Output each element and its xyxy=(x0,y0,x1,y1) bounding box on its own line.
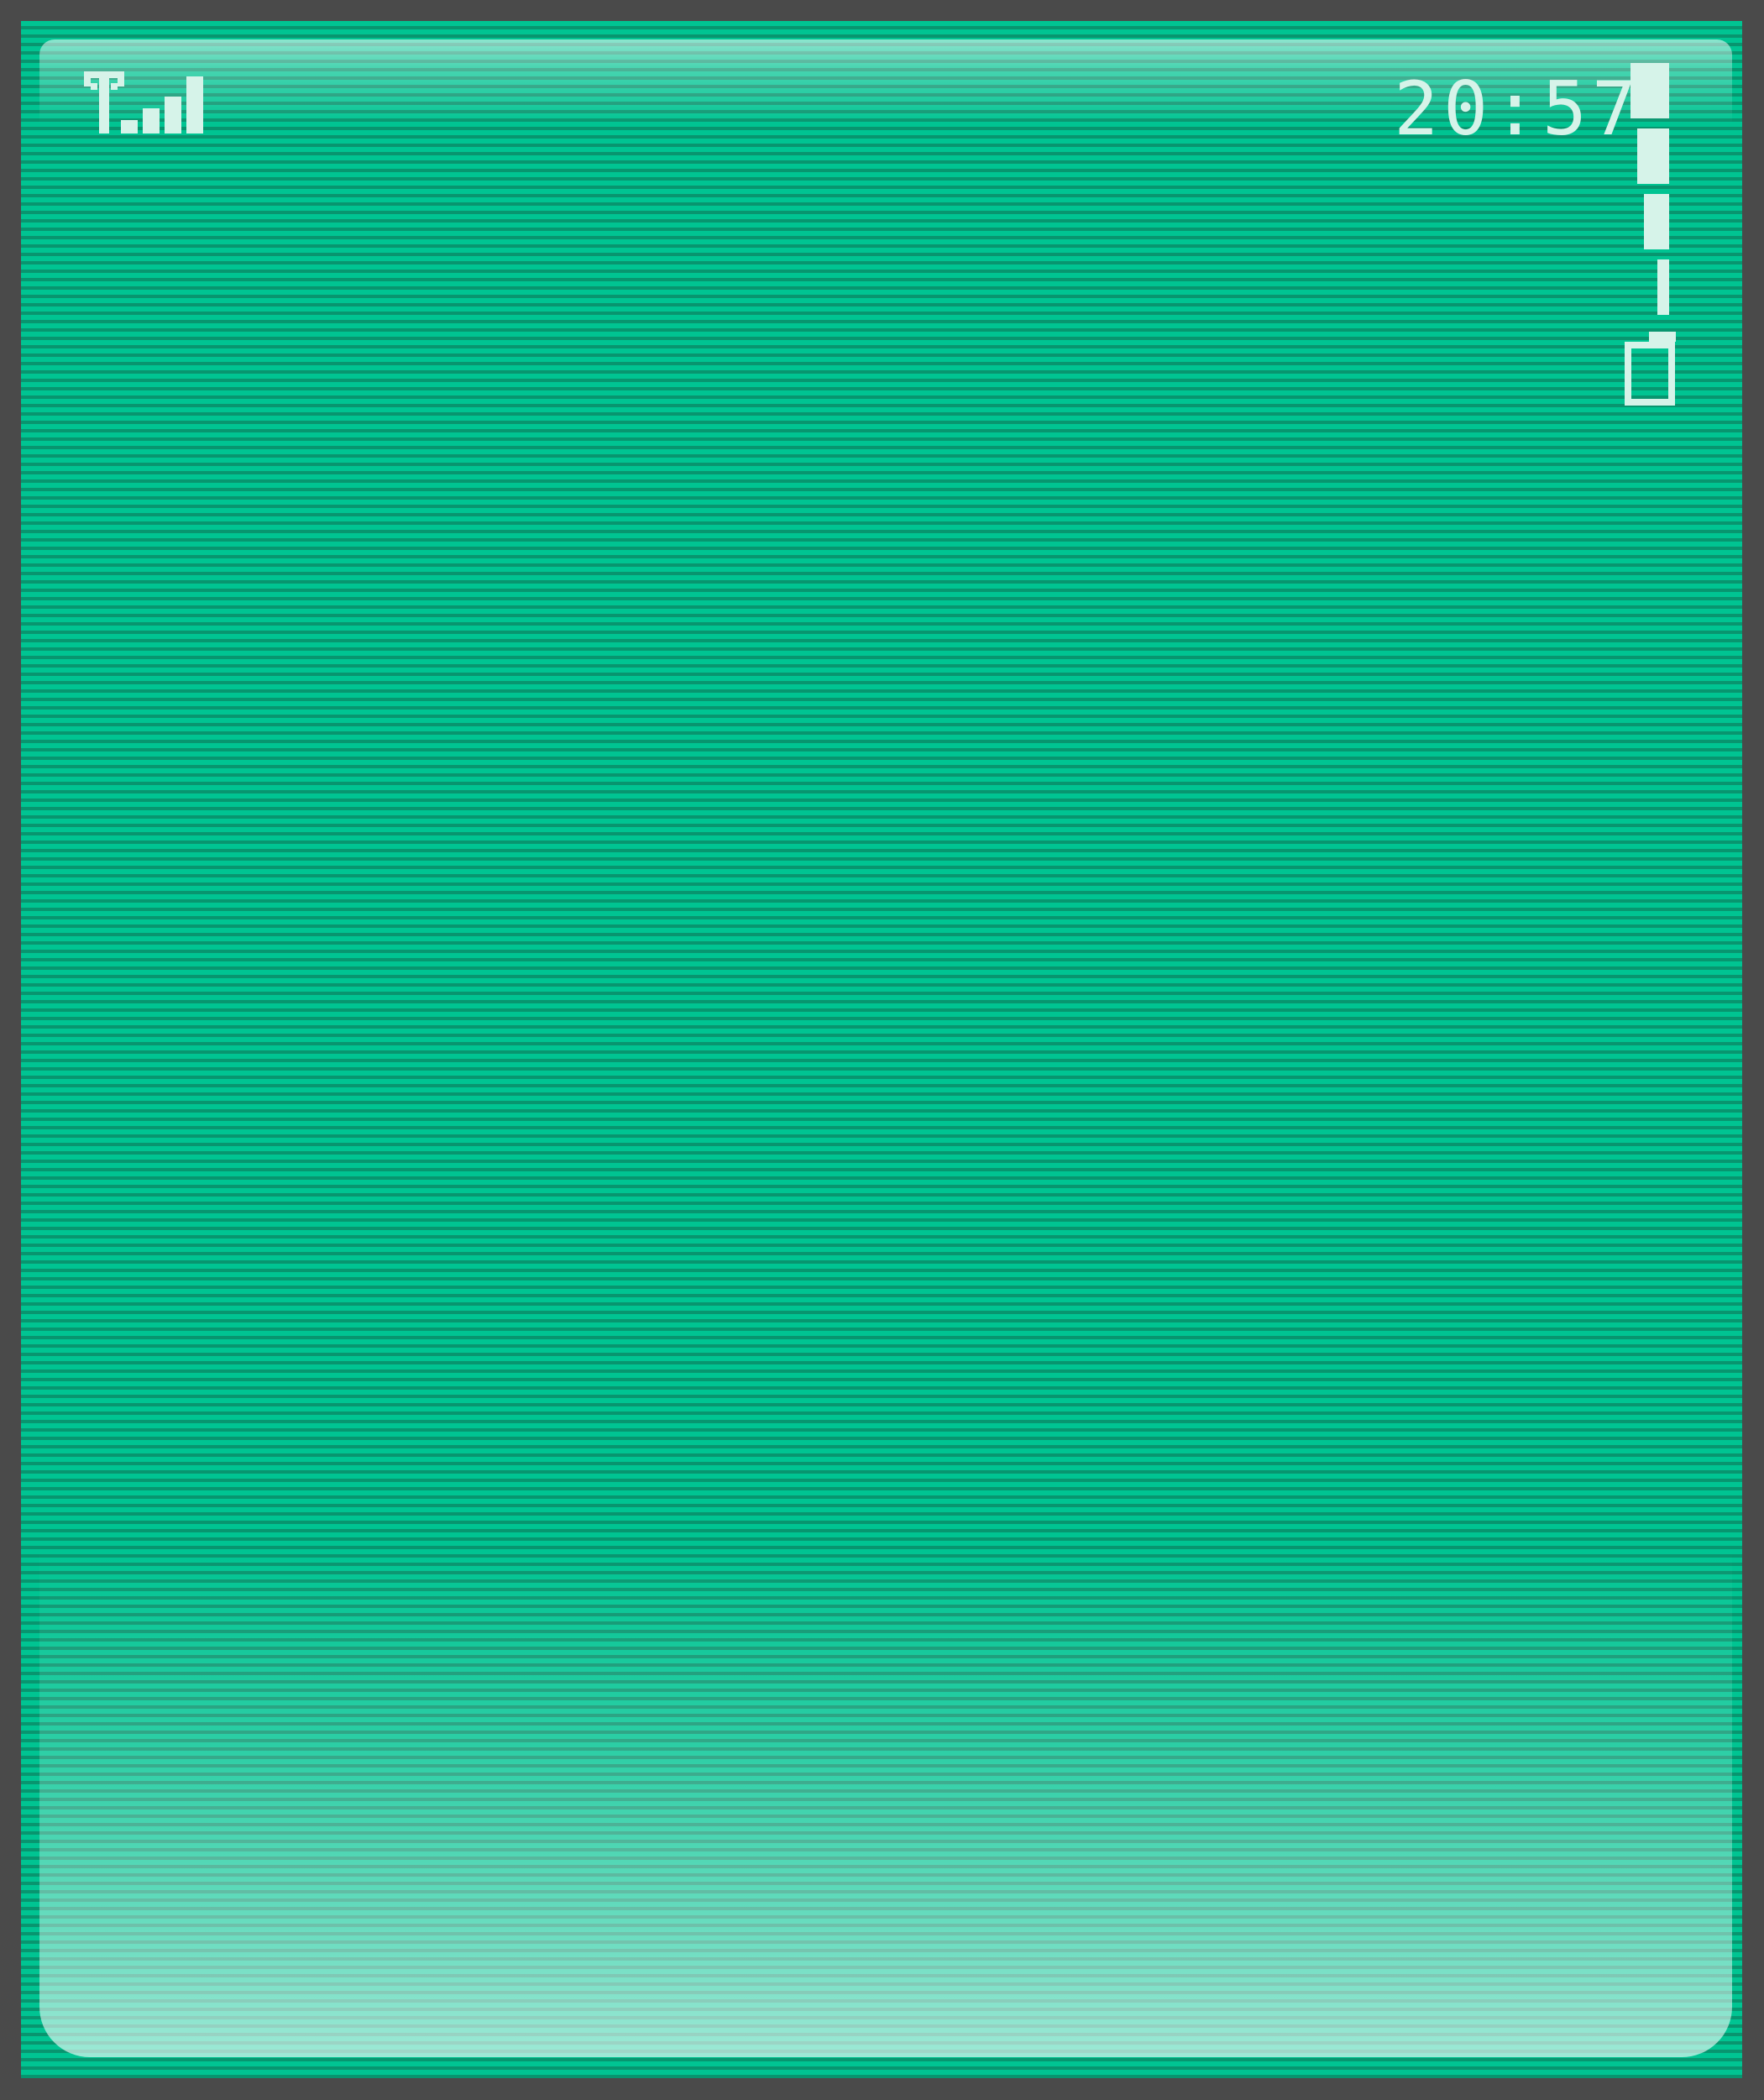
signal-bar-2 xyxy=(143,108,160,134)
screen-glare-bottom xyxy=(39,1549,1732,2057)
signal-bar-4 xyxy=(186,76,203,134)
battery-segment-1 xyxy=(1631,63,1669,118)
battery-segment-3 xyxy=(1644,194,1669,249)
lcd-screen: 20:57 xyxy=(21,21,1742,2078)
clock-time: 20:57 xyxy=(1394,65,1641,152)
signal-bar-3 xyxy=(165,97,181,134)
device-bezel: 20:57 xyxy=(0,0,1764,2100)
battery-segment-2 xyxy=(1637,128,1669,184)
battery-level-icon xyxy=(1625,63,1676,406)
signal-bar-1 xyxy=(121,120,138,134)
battery-segment-4 xyxy=(1657,259,1669,315)
antenna-signal-icon xyxy=(84,71,203,134)
